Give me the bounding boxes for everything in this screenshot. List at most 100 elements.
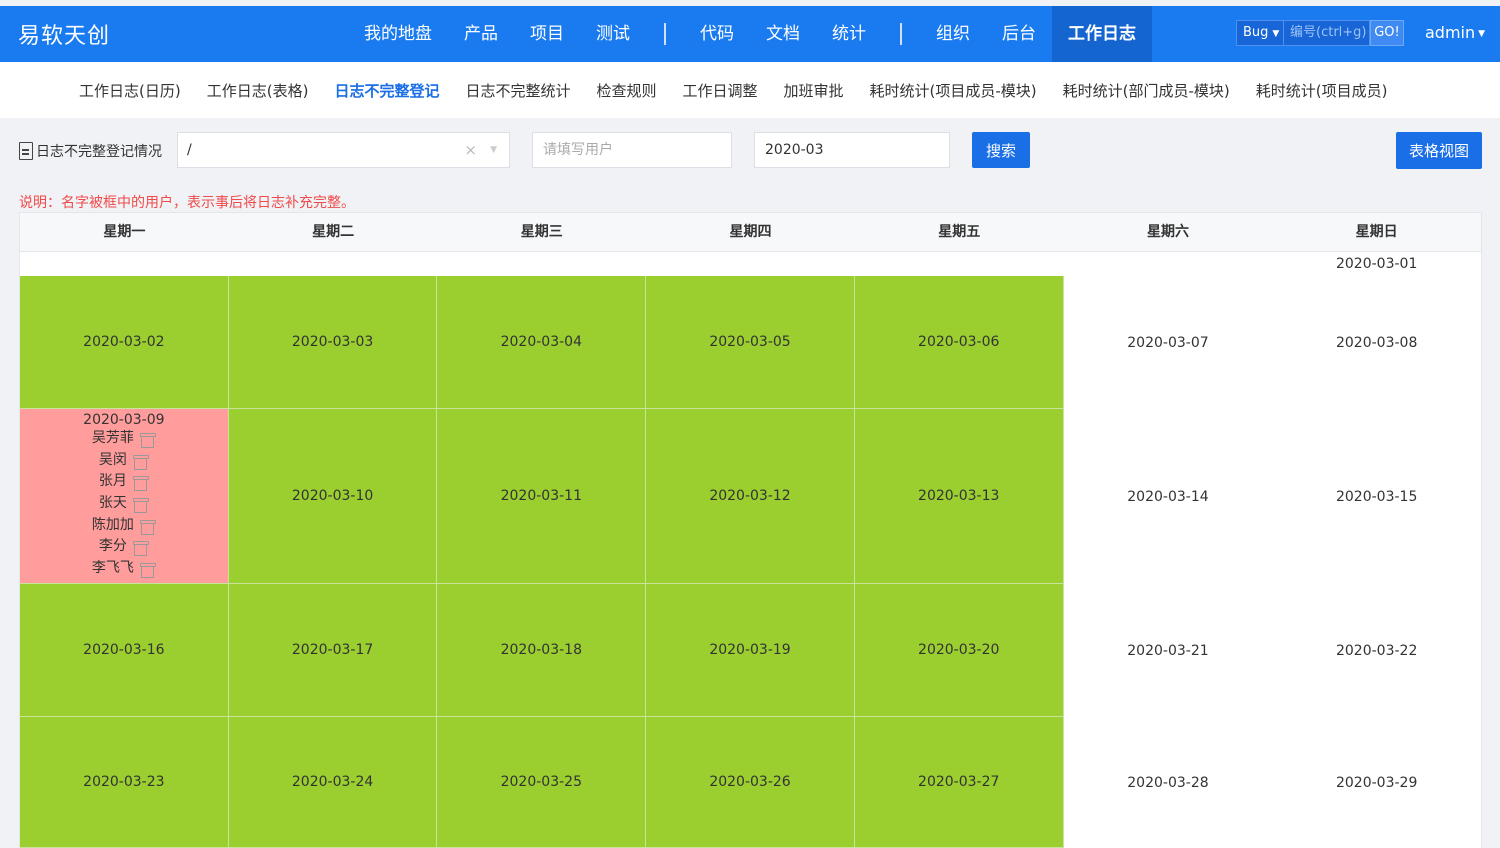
trash-icon[interactable] xyxy=(131,495,149,513)
user-menu[interactable]: admin ▼ xyxy=(1425,23,1485,42)
user-name: 吴闵 xyxy=(98,451,127,468)
section-title-text: 日志不完整登记情况 xyxy=(36,144,162,160)
calendar-day[interactable]: 2020-03-11 xyxy=(437,409,647,584)
search-button[interactable]: 搜索 xyxy=(972,132,1030,168)
calendar-day[interactable]: 2020-03-02 xyxy=(20,276,229,409)
nav-item-admin[interactable]: 后台 xyxy=(986,6,1052,62)
calendar-day[interactable]: 2020-03-20 xyxy=(854,584,1064,717)
calendar-day[interactable]: 2020-03-27 xyxy=(854,717,1064,848)
brand-logo[interactable]: 易软天创 xyxy=(18,18,110,50)
calendar-day-empty xyxy=(1063,252,1273,276)
filter-toolbar: 日志不完整登记情况 / × ▼ 搜索 表格视图 xyxy=(0,118,1500,182)
calendar-day[interactable]: 2020-03-03 xyxy=(228,276,438,409)
bug-type-label: Bug xyxy=(1243,25,1269,40)
trash-icon[interactable] xyxy=(131,538,149,557)
calendar-day[interactable]: 2020-03-13 xyxy=(854,409,1064,584)
date-label: 2020-03-16 xyxy=(83,642,165,658)
date-label: 2020-03-04 xyxy=(500,334,582,350)
calendar-week-4: 2020-03-23 2020-03-24 2020-03-25 2020-03… xyxy=(19,717,1482,848)
calendar-day[interactable]: 2020-03-01 xyxy=(1272,252,1482,276)
nav-divider xyxy=(900,23,902,45)
calendar-day[interactable]: 2020-03-10 xyxy=(228,409,438,584)
weekday-tue: 星期二 xyxy=(312,224,355,240)
calendar-day[interactable]: 2020-03-04 xyxy=(437,276,647,409)
calendar-day[interactable]: 2020-03-16 xyxy=(20,584,229,717)
calendar-day[interactable]: 2020-03-14 xyxy=(1063,409,1273,584)
weekday-fri: 星期五 xyxy=(938,224,981,240)
date-label: 2020-03-28 xyxy=(1127,774,1209,791)
trash-icon[interactable] xyxy=(131,452,149,470)
date-label: 2020-03-18 xyxy=(500,642,582,658)
project-select[interactable]: / × ▼ xyxy=(177,132,510,168)
nav-item-product[interactable]: 产品 xyxy=(448,6,514,62)
calendar-day[interactable]: 2020-03-08 xyxy=(1272,276,1482,409)
calendar-day[interactable]: 2020-03-19 xyxy=(646,584,855,717)
date-label: 2020-03-14 xyxy=(1127,488,1209,505)
subnav-incomplete-stats[interactable]: 日志不完整统计 xyxy=(452,80,583,101)
subnav-check-rules[interactable]: 检查规则 xyxy=(583,80,669,101)
go-button[interactable]: GO! xyxy=(1370,20,1404,46)
nav-item-my-space[interactable]: 我的地盘 xyxy=(348,6,448,62)
sub-nav: 工作日志(日历) 工作日志(表格) 日志不完整登记 日志不完整统计 检查规则 工… xyxy=(0,62,1500,118)
incomplete-user: 张月 xyxy=(99,471,149,493)
subnav-time-project-module[interactable]: 耗时统计(项目成员-模块) xyxy=(857,80,1050,101)
trash-icon[interactable] xyxy=(138,430,156,448)
close-icon[interactable]: × xyxy=(464,133,477,167)
user-input[interactable] xyxy=(532,132,732,168)
subnav-overtime-approval[interactable]: 加班审批 xyxy=(771,80,857,101)
subnav-incomplete-register[interactable]: 日志不完整登记 xyxy=(321,80,452,101)
calendar-day[interactable]: 2020-03-17 xyxy=(228,584,438,717)
nav-item-stats[interactable]: 统计 xyxy=(816,6,882,62)
calendar-day[interactable]: 2020-03-18 xyxy=(437,584,647,717)
date-label: 2020-03-03 xyxy=(291,334,374,350)
nav-item-doc[interactable]: 文档 xyxy=(750,6,816,62)
nav-item-org[interactable]: 组织 xyxy=(920,6,986,62)
calendar-day[interactable]: 2020-03-07 xyxy=(1063,276,1273,409)
user-name: 李飞飞 xyxy=(91,560,134,577)
subnav-workday-adjust[interactable]: 工作日调整 xyxy=(669,80,770,101)
nav-item-worklog[interactable]: 工作日志 xyxy=(1052,6,1152,62)
incomplete-user: 吴芳菲 xyxy=(92,428,156,450)
calendar-day[interactable]: 2020-03-26 xyxy=(646,717,855,848)
calendar-day[interactable]: 2020-03-22 xyxy=(1272,584,1482,717)
calendar-week-3: 2020-03-16 2020-03-17 2020-03-18 2020-03… xyxy=(19,584,1482,717)
calendar-week-0: 2020-03-01 xyxy=(19,252,1482,276)
project-select-value: / xyxy=(187,142,192,158)
calendar-day[interactable]: 2020-03-06 xyxy=(854,276,1064,409)
table-view-button[interactable]: 表格视图 xyxy=(1396,132,1482,169)
bug-type-select[interactable]: Bug ▼ xyxy=(1236,20,1284,46)
date-label: 2020-03-27 xyxy=(918,774,1000,790)
nav-item-test[interactable]: 测试 xyxy=(580,6,646,62)
nav-item-project[interactable]: 项目 xyxy=(514,6,580,62)
nav-item-code[interactable]: 代码 xyxy=(684,6,750,62)
calendar-day[interactable]: 2020-03-25 xyxy=(437,717,647,848)
subnav-time-project-member[interactable]: 耗时统计(项目成员) xyxy=(1243,80,1401,101)
calendar-week-2: 2020-03-09 吴芳菲 吴闵 张月 张天 陈加加 李分 李飞飞 2020-… xyxy=(19,409,1482,584)
bug-id-input[interactable]: 编号(ctrl+g) xyxy=(1284,20,1370,46)
trash-icon[interactable] xyxy=(131,473,149,492)
calendar-day[interactable]: 2020-03-28 xyxy=(1063,717,1273,848)
trash-icon[interactable] xyxy=(138,560,156,578)
date-label: 2020-03-01 xyxy=(1335,256,1418,272)
calendar-day[interactable]: 2020-03-23 xyxy=(20,717,229,848)
subnav-table[interactable]: 工作日志(表格) xyxy=(194,80,322,101)
calendar-day[interactable]: 2020-03-05 xyxy=(646,276,855,409)
user-name: 张月 xyxy=(98,473,127,490)
date-label: 2020-03-07 xyxy=(1127,334,1209,351)
trash-icon[interactable] xyxy=(138,517,156,535)
date-label: 2020-03-12 xyxy=(709,488,791,504)
subnav-time-dept-module[interactable]: 耗时统计(部门成员-模块) xyxy=(1050,80,1243,101)
calendar-day[interactable]: 2020-03-12 xyxy=(646,409,855,584)
calendar-day-incomplete[interactable]: 2020-03-09 吴芳菲 吴闵 张月 张天 陈加加 李分 李飞飞 xyxy=(20,409,229,584)
subnav-calendar[interactable]: 工作日志(日历) xyxy=(66,80,194,101)
document-icon xyxy=(19,142,33,160)
calendar-day[interactable]: 2020-03-15 xyxy=(1272,409,1482,584)
calendar: 星期一 星期二 星期三 星期四 星期五 星期六 星期日 2020-03-01 2… xyxy=(19,212,1482,848)
incomplete-user: 李飞飞 xyxy=(92,558,156,580)
calendar-day[interactable]: 2020-03-21 xyxy=(1063,584,1273,717)
chevron-down-icon: ▼ xyxy=(1478,28,1486,39)
month-input[interactable] xyxy=(754,132,950,168)
calendar-day[interactable]: 2020-03-24 xyxy=(228,717,438,848)
calendar-day[interactable]: 2020-03-29 xyxy=(1272,717,1482,848)
nav-divider xyxy=(664,23,666,45)
